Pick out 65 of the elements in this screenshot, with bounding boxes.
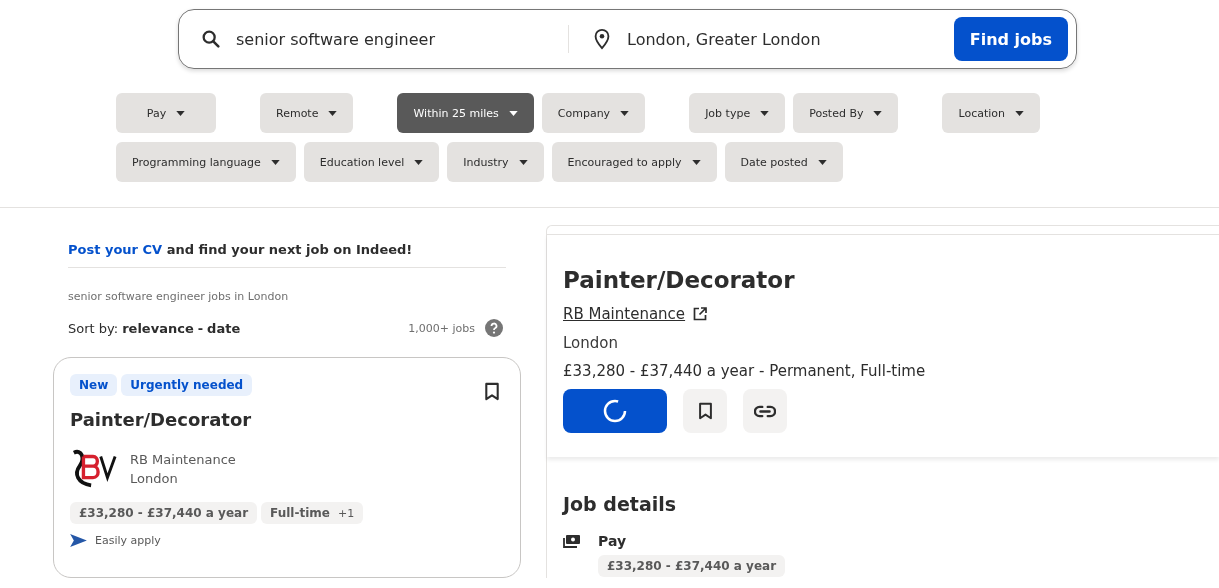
sort-label: Sort by: [68, 320, 119, 336]
results-heading: senior software engineer jobs in London [68, 290, 290, 303]
location-field[interactable]: London, Greater London [613, 29, 947, 49]
company-logo [70, 448, 118, 490]
help-icon[interactable] [485, 319, 503, 337]
caret-icon [508, 110, 518, 116]
post-cv-link[interactable]: Post your CV [68, 242, 163, 257]
filter-dropdown[interactable]: Location [942, 93, 1040, 133]
caret-icon [414, 159, 424, 165]
job-detail-location: London [563, 334, 619, 352]
promo-text: and find your next job on Indeed! [166, 242, 413, 257]
caret-icon [270, 159, 280, 165]
find-jobs-button[interactable]: Find jobs [953, 17, 1068, 61]
filter-dropdown[interactable]: Job type [689, 93, 786, 133]
search-icon [200, 28, 222, 50]
loading-spinner-icon [602, 398, 628, 424]
caret-icon [760, 110, 770, 116]
job-card[interactable]: New Urgently needed Painter/Decorator RB Maintenance London £33,280 - £37,440 a year Full-time +1 Easily apply [53, 357, 521, 578]
job-title[interactable]: Painter/Decorator [70, 409, 500, 430]
sort-option[interactable]: date [207, 320, 241, 336]
filter-dropdown[interactable]: Remote [260, 93, 354, 133]
sort-option[interactable]: relevance [122, 320, 194, 336]
job-badge: New [70, 374, 118, 396]
caret-icon [691, 159, 701, 165]
caret-icon [328, 110, 338, 116]
filter-dropdown[interactable]: Posted By [793, 93, 899, 133]
filter-dropdown[interactable]: Within 25 miles [397, 93, 534, 133]
pay-label: Pay [598, 533, 627, 549]
filter-dropdown[interactable]: Pay [116, 93, 216, 133]
filter-dropdown[interactable]: Industry [447, 142, 544, 182]
job-count: 1,000+ jobs [408, 321, 475, 335]
caret-icon [873, 110, 883, 116]
caret-icon [518, 159, 528, 165]
job-badge: Urgently needed [121, 374, 253, 396]
send-arrow-icon [70, 534, 87, 547]
filter-dropdown[interactable]: Encouraged to apply [551, 142, 717, 182]
save-job-button[interactable] [683, 389, 727, 433]
money-icon [563, 534, 581, 548]
job-detail-title: Painter/Decorator [563, 267, 796, 293]
caret-icon [176, 110, 186, 116]
bookmark-icon [697, 402, 713, 420]
sort-separator: - [197, 320, 204, 336]
easy-apply-text: Easily apply [95, 534, 161, 547]
job-attribute-tag: £33,280 - £37,440 a year [70, 502, 258, 524]
caret-icon [817, 159, 827, 165]
job-attribute-tag: Full-time +1 [261, 502, 364, 524]
job-type-text: - Permanent, Full-time [757, 362, 926, 380]
company-link[interactable]: RB Maintenance [563, 305, 686, 323]
section-title: Job details [563, 493, 678, 515]
company-name: RB Maintenance [130, 452, 236, 467]
filter-dropdown[interactable]: Company [541, 93, 646, 133]
salary-text: £33,280 - £37,440 a year [563, 362, 755, 380]
caret-icon [620, 110, 630, 116]
caret-icon [1015, 110, 1024, 116]
job-location: London [130, 471, 179, 486]
external-link-icon[interactable] [693, 307, 708, 321]
copy-link-button[interactable] [743, 389, 787, 433]
apply-button[interactable] [563, 389, 667, 433]
link-icon [754, 404, 776, 418]
filter-dropdown[interactable]: Date posted [724, 142, 843, 182]
filter-dropdown[interactable]: Programming language [116, 142, 296, 182]
bookmark-icon[interactable] [484, 382, 500, 401]
pay-value-tag: £33,280 - £37,440 a year [598, 555, 786, 577]
filter-dropdown[interactable]: Education level [303, 142, 440, 182]
job-search-field[interactable]: senior software engineer [222, 29, 546, 49]
